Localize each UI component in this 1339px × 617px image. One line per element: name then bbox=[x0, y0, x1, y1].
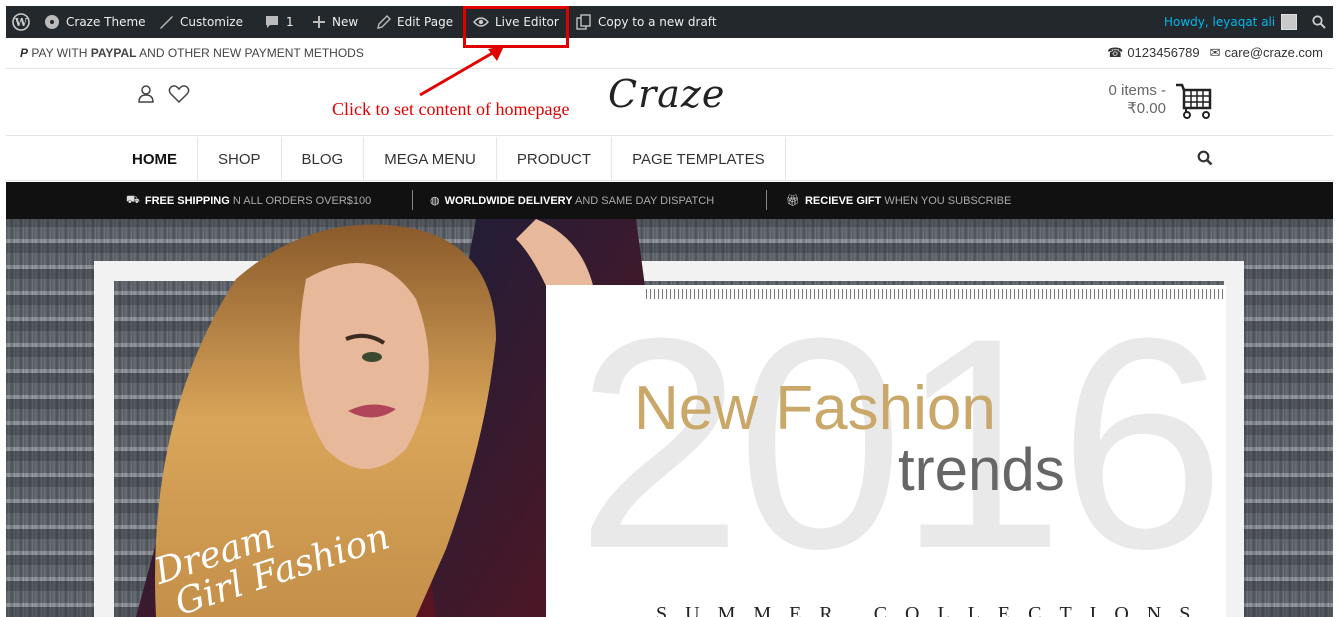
payment-notice: P PAY WITH PAYPAL AND OTHER NEW PAYMENT … bbox=[20, 46, 364, 60]
svg-text:W: W bbox=[14, 16, 28, 29]
nav-item-home[interactable]: HOME bbox=[112, 137, 198, 181]
collection-panel: 2016 New Fashion trends SUMMER COLLECTIO… bbox=[546, 285, 1226, 617]
hero-headline: New Fashion bbox=[634, 374, 996, 443]
new-label: New bbox=[332, 15, 359, 29]
envelope-icon: ✉ bbox=[1209, 45, 1221, 60]
top-info-bar: P PAY WITH PAYPAL AND OTHER NEW PAYMENT … bbox=[6, 38, 1333, 69]
admin-bar: W Craze Theme Customize 1 New Edit Page … bbox=[6, 6, 1333, 38]
worldwide-text: AND SAME DAY DISPATCH bbox=[572, 194, 715, 207]
paypal-icon: P bbox=[20, 46, 29, 60]
main-navigation: HOME SHOP BLOG MEGA MENU PRODUCT PAGE TE… bbox=[6, 137, 1333, 181]
hero-subheadline: trends bbox=[898, 436, 1065, 503]
nav-item-mega-menu[interactable]: MEGA MENU bbox=[364, 137, 497, 181]
user-account-icon[interactable] bbox=[136, 84, 156, 104]
email-link[interactable]: ✉ care@craze.com bbox=[1210, 45, 1323, 61]
search-icon[interactable] bbox=[1197, 150, 1213, 166]
pencil-icon bbox=[377, 15, 391, 29]
pay-prefix: PAY WITH bbox=[31, 46, 91, 60]
annotation-arrow-icon bbox=[419, 46, 504, 97]
user-icons bbox=[136, 84, 190, 104]
phone-link[interactable]: ☎ 0123456789 bbox=[1107, 45, 1200, 61]
howdy-label: Howdy, leyaqat ali bbox=[1164, 15, 1276, 29]
cart-total: ₹0.00 bbox=[1127, 100, 1166, 117]
shopping-cart-icon[interactable] bbox=[1174, 82, 1214, 120]
phone-icon: ☎ bbox=[1107, 45, 1124, 60]
customize-label: Customize bbox=[180, 15, 243, 29]
avatar bbox=[1281, 14, 1298, 30]
edit-page-link[interactable]: Edit Page bbox=[377, 6, 453, 38]
site-logo[interactable]: Craze bbox=[608, 72, 725, 116]
account-menu[interactable]: Howdy, leyaqat ali bbox=[1164, 6, 1298, 38]
nav-item-shop[interactable]: SHOP bbox=[198, 137, 282, 181]
new-content-menu[interactable]: New bbox=[312, 6, 358, 38]
plus-icon bbox=[313, 16, 325, 28]
dashboard-icon bbox=[45, 15, 59, 29]
hero-slider[interactable]: 2016 New Fashion trends SUMMER COLLECTIO… bbox=[6, 219, 1333, 617]
nav-item-product[interactable]: PRODUCT bbox=[497, 137, 613, 181]
copy-draft-label: Copy to a new draft bbox=[598, 15, 717, 29]
promo-divider bbox=[412, 190, 413, 210]
nav-item-page-templates[interactable]: PAGE TEMPLATES bbox=[612, 137, 786, 181]
pay-brand: PAYPAL bbox=[90, 46, 137, 60]
free-shipping-text: N ALL ORDERS OVER$100 bbox=[229, 195, 372, 207]
comments-count: 1 bbox=[286, 15, 294, 29]
promo-worldwide: ◍ WORLDWIDE DELIVERY AND SAME DAY DISPAT… bbox=[430, 194, 715, 208]
gift-text: WHEN YOU SUBSCRIBE bbox=[881, 194, 1012, 207]
comment-icon bbox=[266, 16, 278, 28]
cart-items-count: 0 items - bbox=[1108, 82, 1166, 99]
nav-item-blog[interactable]: BLOG bbox=[282, 137, 365, 181]
truck-icon: ⛟ bbox=[126, 194, 140, 206]
pay-suffix: AND OTHER NEW PAYMENT METHODS bbox=[136, 46, 364, 60]
customize-link[interactable]: Customize bbox=[158, 6, 243, 38]
cart-summary[interactable]: 0 items - ₹0.00 bbox=[1086, 82, 1166, 118]
worldwide-bold: WORLDWIDE DELIVERY bbox=[444, 194, 573, 207]
contact-info: ☎ 0123456789 ✉ care@craze.com bbox=[1107, 45, 1323, 61]
promo-divider bbox=[766, 190, 767, 210]
promo-free-shipping: ⛟ FREE SHIPPING N ALL ORDERS OVER$100 bbox=[126, 194, 371, 208]
gift-icon: 🎁︎ bbox=[786, 195, 800, 207]
admin-search-icon[interactable] bbox=[1312, 6, 1326, 38]
annotation-text: Click to set content of homepage bbox=[332, 99, 570, 119]
globe-icon: ◍ bbox=[430, 195, 440, 207]
paintbrush-icon bbox=[160, 16, 173, 29]
site-header: Click to set content of homepage Craze 0… bbox=[6, 46, 1333, 136]
site-name-menu[interactable]: Craze Theme bbox=[44, 6, 146, 38]
gift-bold: RECIEVE GIFT bbox=[804, 194, 882, 207]
promo-gift: 🎁︎ RECIEVE GIFT WHEN YOU SUBSCRIBE bbox=[786, 194, 1012, 208]
comments-link[interactable]: 1 bbox=[264, 6, 294, 38]
wordpress-logo-icon[interactable]: W bbox=[12, 6, 30, 38]
nav-menu: HOME SHOP BLOG MEGA MENU PRODUCT PAGE TE… bbox=[112, 137, 786, 181]
wishlist-heart-icon[interactable] bbox=[168, 84, 190, 104]
email-address: care@craze.com bbox=[1224, 45, 1323, 60]
copy-draft-link[interactable]: Copy to a new draft bbox=[576, 6, 717, 38]
hero-collection-label: SUMMER COLLECTIONS bbox=[656, 603, 1209, 617]
free-shipping-bold: FREE SHIPPING bbox=[144, 195, 230, 207]
promo-bar: ⛟ FREE SHIPPING N ALL ORDERS OVER$100 ◍ … bbox=[6, 182, 1333, 219]
edit-page-label: Edit Page bbox=[397, 15, 454, 29]
copy-icon bbox=[576, 14, 591, 30]
site-name-label: Craze Theme bbox=[66, 15, 146, 29]
phone-number: 0123456789 bbox=[1127, 45, 1200, 60]
